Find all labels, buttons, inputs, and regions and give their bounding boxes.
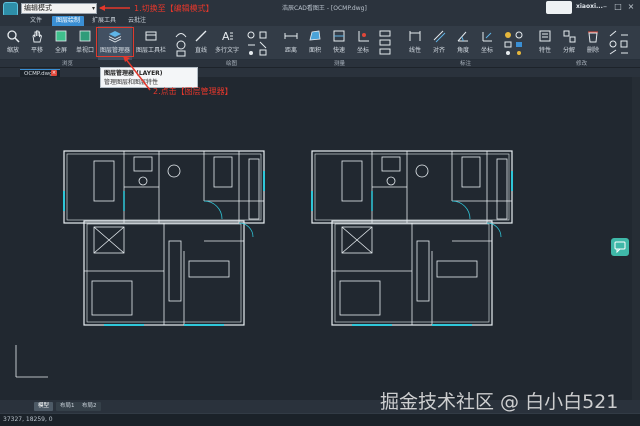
annotation-arrows xyxy=(99,5,151,91)
annotation-step-1: 1.切换至【编辑模式】 xyxy=(134,4,214,13)
annotation-step-2: 2.点击【图层管理器】 xyxy=(153,87,233,96)
